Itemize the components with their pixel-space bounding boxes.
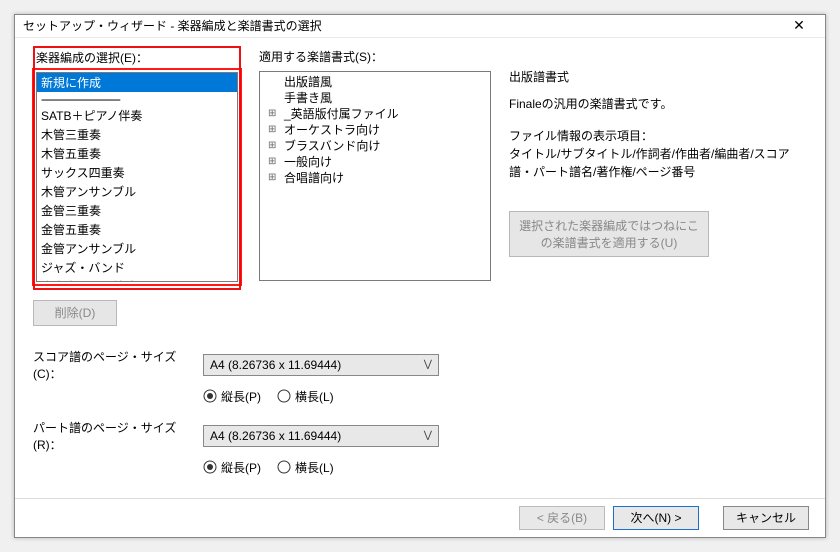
description-column: 出版譜書式 Finaleの汎用の楽譜書式です。 ファイル情報の表示項目： タイト…	[509, 48, 807, 326]
ensemble-item[interactable]: 新規に作成	[37, 73, 237, 92]
button-bar: < 戻る(B) 次へ(N) > キャンセル	[15, 498, 825, 537]
style-tree-item[interactable]: ブラスバンド向け	[264, 138, 486, 154]
part-landscape-radio[interactable]: 横長(L)	[277, 459, 334, 476]
style-tree[interactable]: 出版譜風手書き風_英語版付属ファイルオーケストラ向けブラスバンド向け一般向け合唱…	[259, 71, 491, 281]
file-info: ファイル情報の表示項目： タイトル/サブタイトル/作詞者/作曲者/編曲者/スコア…	[509, 127, 807, 181]
list-separator: ---------------------------------------	[37, 92, 237, 106]
window-title: セットアップ・ウィザード - 楽器編成と楽譜書式の選択	[23, 17, 781, 34]
style-column: 適用する楽譜書式(S)： 出版譜風手書き風_英語版付属ファイルオーケストラ向けブ…	[259, 48, 491, 326]
radio-selected-icon	[203, 389, 217, 403]
landscape-label: 横長(L)	[295, 388, 334, 405]
style-title: 出版譜書式	[509, 68, 807, 85]
part-portrait-radio[interactable]: 縦長(P)	[203, 459, 261, 476]
chevron-down-icon: ⋁	[424, 359, 432, 370]
part-size-label: パート譜のページ・サイズ(R)：	[33, 419, 203, 453]
ensemble-highlight: 楽器編成の選択(E)： 新規に作成-----------------------…	[33, 46, 241, 290]
score-size-value: A4 (8.26736 x 11.69444)	[210, 358, 341, 372]
file-info-body: タイトル/サブタイトル/作詞者/作曲者/編曲者/スコア譜・パート譜名/著作権/ペ…	[509, 147, 790, 179]
back-button: < 戻る(B)	[519, 506, 605, 530]
ensemble-listbox[interactable]: 新規に作成-----------------------------------…	[36, 72, 238, 282]
style-description: Finaleの汎用の楽譜書式です。	[509, 95, 807, 113]
score-portrait-radio[interactable]: 縦長(P)	[203, 388, 261, 405]
close-icon[interactable]: ✕	[781, 17, 817, 34]
always-apply-button: 選択された楽器編成ではつねにこの楽譜書式を適用する(U)	[509, 211, 709, 257]
style-label: 適用する楽譜書式(S)：	[259, 48, 491, 65]
chevron-down-icon: ⋁	[424, 430, 432, 441]
cancel-button[interactable]: キャンセル	[723, 506, 809, 530]
ensemble-item[interactable]: 木管三重奏	[37, 125, 237, 144]
score-orientation: 縦長(P) 横長(L)	[203, 388, 807, 405]
ensemble-item[interactable]: ジャズ・バンド	[37, 258, 237, 277]
style-tree-item[interactable]: 一般向け	[264, 154, 486, 170]
part-size-select[interactable]: A4 (8.26736 x 11.69444) ⋁	[203, 425, 439, 447]
style-tree-item[interactable]: 手書き風	[264, 90, 486, 106]
ensemble-item[interactable]: 金管三重奏	[37, 201, 237, 220]
ensemble-item[interactable]: SATB＋ピアノ伴奏	[37, 106, 237, 125]
radio-unselected-icon	[277, 460, 291, 474]
portrait-label: 縦長(P)	[221, 459, 261, 476]
style-tree-item[interactable]: オーケストラ向け	[264, 122, 486, 138]
part-size-row: パート譜のページ・サイズ(R)： A4 (8.26736 x 11.69444)…	[33, 419, 807, 453]
portrait-label: 縦長(P)	[221, 388, 261, 405]
score-size-label: スコア譜のページ・サイズ(C)：	[33, 348, 203, 382]
ensemble-label: 楽器編成の選択(E)：	[36, 49, 238, 66]
content-area: 楽器編成の選択(E)： 新規に作成-----------------------…	[15, 38, 825, 498]
score-size-select[interactable]: A4 (8.26736 x 11.69444) ⋁	[203, 354, 439, 376]
ensemble-item[interactable]: 木管アンサンブル	[37, 182, 237, 201]
score-size-row: スコア譜のページ・サイズ(C)： A4 (8.26736 x 11.69444)…	[33, 348, 807, 382]
part-size-value: A4 (8.26736 x 11.69444)	[210, 429, 341, 443]
part-orientation: 縦長(P) 横長(L)	[203, 459, 807, 476]
style-tree-item[interactable]: 出版譜風	[264, 74, 486, 90]
radio-selected-icon	[203, 460, 217, 474]
score-landscape-radio[interactable]: 横長(L)	[277, 388, 334, 405]
columns: 楽器編成の選択(E)： 新規に作成-----------------------…	[33, 48, 807, 326]
titlebar: セットアップ・ウィザード - 楽器編成と楽譜書式の選択 ✕	[15, 15, 825, 38]
radio-unselected-icon	[277, 389, 291, 403]
style-tree-item[interactable]: _英語版付属ファイル	[264, 106, 486, 122]
delete-button: 削除(D)	[33, 300, 117, 326]
landscape-label: 横長(L)	[295, 459, 334, 476]
ensemble-column: 楽器編成の選択(E)： 新規に作成-----------------------…	[33, 48, 241, 326]
next-button[interactable]: 次へ(N) >	[613, 506, 699, 530]
ensemble-item[interactable]: 吹奏楽（フル編成）	[37, 277, 237, 282]
wizard-window: セットアップ・ウィザード - 楽器編成と楽譜書式の選択 ✕ 楽器編成の選択(E)…	[14, 14, 826, 538]
ensemble-item[interactable]: 金管アンサンブル	[37, 239, 237, 258]
ensemble-item[interactable]: 金管五重奏	[37, 220, 237, 239]
style-tree-item[interactable]: 合唱譜向け	[264, 170, 486, 186]
ensemble-item[interactable]: サックス四重奏	[37, 163, 237, 182]
page-size-form: スコア譜のページ・サイズ(C)： A4 (8.26736 x 11.69444)…	[33, 348, 807, 490]
ensemble-item[interactable]: 木管五重奏	[37, 144, 237, 163]
file-info-title: ファイル情報の表示項目：	[509, 129, 653, 143]
